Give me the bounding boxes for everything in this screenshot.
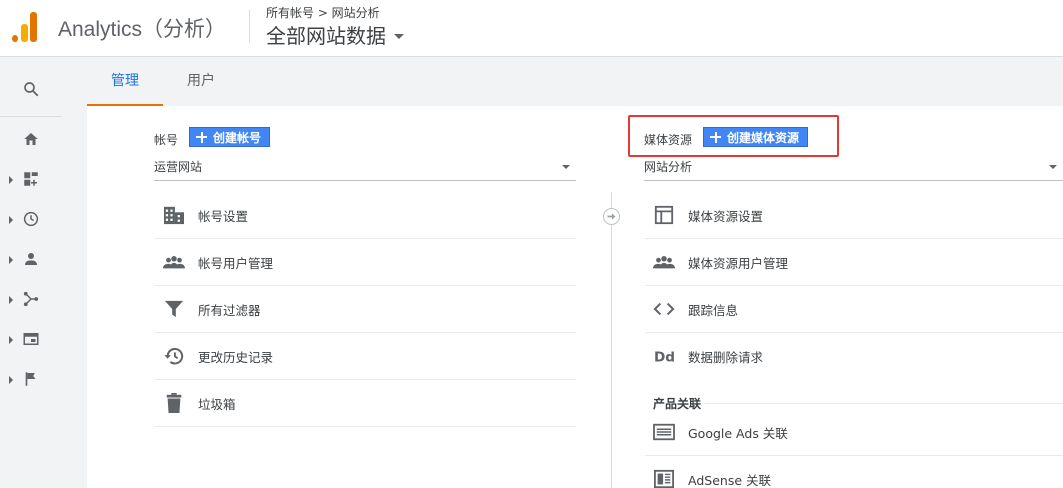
list-item-label: 媒体资源设置 bbox=[688, 209, 764, 224]
expand-arrow-icon bbox=[9, 376, 13, 384]
create-property-button[interactable]: 创建媒体资源 bbox=[703, 127, 809, 147]
layout-icon bbox=[654, 205, 674, 225]
nav-acquisition[interactable] bbox=[0, 286, 62, 314]
list-item-tracking-info[interactable]: 跟踪信息 bbox=[645, 286, 1063, 333]
list-item-label: 媒体资源用户管理 bbox=[688, 256, 789, 271]
search-icon bbox=[24, 82, 39, 97]
chevron-down-icon bbox=[562, 165, 570, 169]
app-title: Analytics（分析） bbox=[58, 18, 227, 41]
analytics-logo-icon[interactable] bbox=[12, 12, 40, 42]
expand-arrow-icon bbox=[9, 216, 13, 224]
top-header: Analytics（分析） 所有帐号 > 网站分析 全部网站数据 bbox=[0, 0, 1063, 57]
dd-icon: Dd bbox=[654, 349, 675, 365]
expand-arrow-icon bbox=[9, 296, 13, 304]
people-icon bbox=[653, 256, 675, 269]
list-item-data-deletion[interactable]: Dd 数据删除请求 bbox=[645, 333, 1063, 380]
dashboard-icon bbox=[24, 172, 38, 186]
create-account-button[interactable]: 创建帐号 bbox=[189, 127, 271, 147]
list-item-account-settings[interactable]: 帐号设置 bbox=[155, 192, 576, 239]
acquisition-icon bbox=[23, 291, 39, 307]
nav-conversions[interactable] bbox=[0, 366, 62, 394]
adsense-icon bbox=[654, 469, 674, 488]
code-icon bbox=[653, 302, 675, 316]
svg-text:Dd: Dd bbox=[654, 349, 675, 365]
tab-admin[interactable]: 管理 bbox=[87, 58, 163, 106]
person-icon bbox=[25, 253, 37, 265]
expand-arrow-icon bbox=[9, 336, 13, 344]
chevron-down-icon bbox=[394, 33, 404, 39]
nav-customization[interactable] bbox=[0, 166, 62, 194]
nav-divider bbox=[0, 116, 62, 117]
property-selector[interactable]: 网站分析 bbox=[644, 157, 1063, 181]
browser-window-icon bbox=[23, 333, 39, 345]
account-selector[interactable]: 运营网站 bbox=[154, 157, 576, 181]
clock-icon bbox=[23, 211, 39, 227]
tab-user[interactable]: 用户 bbox=[169, 58, 233, 106]
list-item-account-user-management[interactable]: 帐号用户管理 bbox=[155, 239, 576, 286]
list-item-property-user-management[interactable]: 媒体资源用户管理 bbox=[645, 239, 1063, 286]
account-selector-value: 运营网站 bbox=[154, 160, 203, 174]
list-item-label: 垃圾箱 bbox=[198, 397, 236, 412]
history-icon bbox=[164, 347, 184, 365]
property-view-selector[interactable]: 全部网站数据 bbox=[266, 20, 404, 49]
list-item-property-settings[interactable]: 媒体资源设置 bbox=[645, 192, 1063, 239]
left-navigation bbox=[0, 58, 62, 488]
filter-icon bbox=[164, 300, 184, 318]
list-item-trash[interactable]: 垃圾箱 bbox=[155, 380, 576, 427]
trash-icon bbox=[166, 393, 182, 413]
list-item-google-ads-links[interactable]: Google Ads 关联 bbox=[645, 409, 1063, 456]
create-account-label: 创建帐号 bbox=[213, 130, 262, 145]
account-column-title: 帐号 bbox=[154, 133, 179, 147]
section-divider bbox=[705, 403, 1063, 404]
property-view-label: 全部网站数据 bbox=[266, 24, 386, 48]
property-selector-value: 网站分析 bbox=[644, 160, 693, 174]
expand-arrow-icon bbox=[9, 176, 13, 184]
list-item-label: 帐号用户管理 bbox=[198, 256, 274, 271]
admin-content: 帐号 创建帐号 运营网站 帐号设置 帐号用户管理 所有过滤器 更改历史记录 垃圾… bbox=[87, 106, 1063, 488]
admin-tabs: 管理 用户 bbox=[87, 58, 1063, 106]
arrow-right-circle-icon bbox=[603, 208, 620, 225]
breadcrumb[interactable]: 所有帐号 > 网站分析 bbox=[266, 4, 380, 21]
plus-icon bbox=[196, 131, 207, 143]
list-item-label: 数据删除请求 bbox=[688, 350, 764, 365]
nav-realtime[interactable] bbox=[0, 206, 62, 234]
home-icon bbox=[24, 133, 38, 145]
list-item-label: 帐号设置 bbox=[198, 209, 249, 224]
list-item-label: 所有过滤器 bbox=[198, 303, 261, 318]
building-icon bbox=[164, 206, 184, 225]
nav-search[interactable] bbox=[0, 76, 62, 104]
header-divider bbox=[249, 10, 250, 43]
plus-icon bbox=[710, 131, 721, 143]
list-item-label: 跟踪信息 bbox=[688, 303, 739, 318]
chevron-down-icon bbox=[1049, 165, 1057, 169]
list-item-change-history[interactable]: 更改历史记录 bbox=[155, 333, 576, 380]
flag-icon bbox=[25, 372, 36, 386]
list-item-label: AdSense 关联 bbox=[688, 473, 771, 488]
nav-audience[interactable] bbox=[0, 246, 62, 274]
list-item-all-filters[interactable]: 所有过滤器 bbox=[155, 286, 576, 333]
list-item-label: 更改历史记录 bbox=[198, 350, 274, 365]
nav-behavior[interactable] bbox=[0, 326, 62, 354]
property-column-title: 媒体资源 bbox=[644, 133, 693, 147]
people-icon bbox=[163, 256, 185, 269]
google-ads-icon bbox=[653, 423, 675, 441]
nav-home[interactable] bbox=[0, 126, 62, 154]
expand-arrow-icon bbox=[9, 256, 13, 264]
column-divider bbox=[611, 192, 612, 488]
list-item-label: Google Ads 关联 bbox=[688, 426, 788, 441]
list-item-adsense-links[interactable]: AdSense 关联 bbox=[645, 456, 1063, 488]
create-property-label: 创建媒体资源 bbox=[727, 130, 800, 145]
